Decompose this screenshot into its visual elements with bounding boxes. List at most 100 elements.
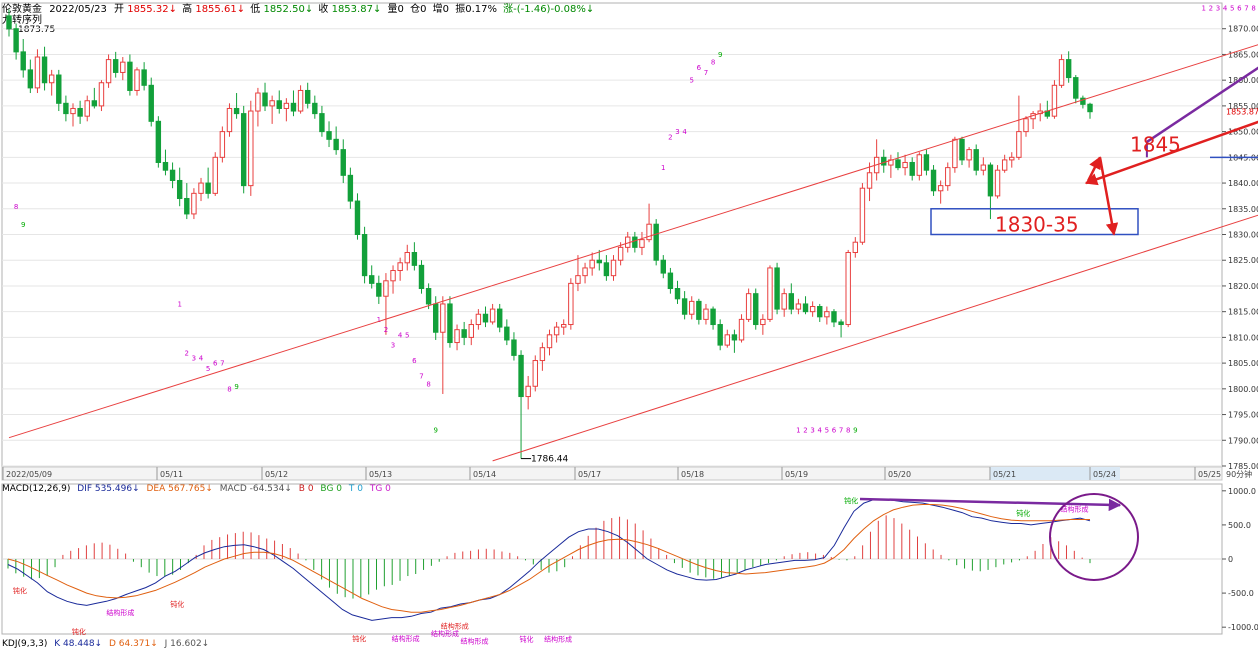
candle-body <box>475 313 482 326</box>
macd-annotation: 结构形成 <box>392 634 420 643</box>
candle-body <box>461 329 467 338</box>
candle-body <box>945 167 951 187</box>
td-count: 1 <box>377 316 381 324</box>
price-tick-label: 1810.00 <box>1228 333 1258 342</box>
candle-body <box>333 138 339 151</box>
candle-body <box>1023 118 1029 133</box>
td-count: 1 <box>1202 5 1206 13</box>
header-open-label: 开 <box>114 4 124 15</box>
candle-body <box>1051 84 1058 117</box>
candle-body <box>376 282 382 297</box>
candle-body <box>937 185 944 192</box>
candle-body <box>994 169 1001 197</box>
candle-body <box>532 360 538 387</box>
candle <box>845 249 851 328</box>
candle-body <box>354 200 361 235</box>
td-count: 3 <box>391 342 395 350</box>
header-high-label: 高 <box>182 2 192 15</box>
candle-body <box>568 282 574 326</box>
candle-body <box>497 308 503 328</box>
candle-body <box>283 102 290 109</box>
candle-body <box>617 246 624 261</box>
price-tick-label: 1825.00 <box>1228 256 1258 265</box>
candle <box>226 103 233 137</box>
candle-body <box>738 318 745 341</box>
candle-body <box>255 92 261 112</box>
td-count: 9 <box>853 427 857 435</box>
td-count: 6 <box>832 427 837 435</box>
candle-body <box>212 156 218 194</box>
candle-body <box>48 74 55 84</box>
x-axis-label: 05/18 <box>681 470 704 479</box>
candle-body <box>1001 159 1008 171</box>
candle <box>653 219 659 266</box>
candle-body <box>689 300 695 315</box>
candle-body <box>411 252 418 266</box>
td-count: 1 <box>661 164 665 172</box>
td-count: 4 <box>398 331 403 339</box>
td-count: 2 <box>803 427 807 435</box>
macd-annotation: 钝化 <box>170 600 184 609</box>
candle-body <box>518 354 524 398</box>
macd-annotation: 钝化 <box>13 586 27 595</box>
td-count: 4 <box>1223 5 1228 13</box>
candle-body <box>511 339 517 356</box>
background <box>0 0 1258 650</box>
candle <box>155 116 162 168</box>
td-count: 9 <box>234 383 238 391</box>
td-count: 5 <box>1230 5 1234 13</box>
candle-body <box>440 303 446 333</box>
kdj-j: J 16.602↓ <box>164 639 210 649</box>
candle-body <box>297 89 304 112</box>
header-change: 涨-(-1.46)-0.08% <box>503 3 586 15</box>
last-price-label: 1853.87 <box>1226 108 1258 117</box>
candle-body <box>923 154 930 171</box>
candle-body <box>1065 59 1072 79</box>
td-count: 7 <box>1244 5 1248 13</box>
price-tick-label: 1805.00 <box>1228 359 1258 368</box>
candle-body <box>98 82 105 107</box>
candle-body <box>290 102 297 112</box>
candle-body <box>802 303 809 313</box>
candle-body <box>1087 103 1093 113</box>
candle <box>1058 54 1065 88</box>
candle-body <box>781 293 787 310</box>
header-line: 伦敦黄金 2022/05/23 开 1855.32↓ 高 1855.61↓ 低 … <box>2 2 594 15</box>
macd-annotation: 钝化 <box>1016 508 1030 517</box>
candle-body <box>326 131 332 140</box>
target-zone-label: 1830-35 <box>995 213 1079 237</box>
td-count: 8 <box>846 427 850 435</box>
td-count: 5 <box>690 77 694 85</box>
candle-body <box>390 270 396 282</box>
candle-body <box>176 179 183 199</box>
kdj-d: D 64.371↓ <box>109 639 158 649</box>
candle-body <box>162 161 169 171</box>
candle-body <box>77 107 83 117</box>
x-axis-label: 05/20 <box>888 470 911 479</box>
macd-annotation: 结构形成 <box>431 629 459 638</box>
price-tick-label: 1840.00 <box>1228 179 1258 188</box>
candle-body <box>767 267 773 320</box>
candle-body <box>127 61 133 91</box>
candle-body <box>27 69 34 89</box>
candle-body <box>240 113 247 187</box>
candle <box>952 136 958 173</box>
candle-body <box>639 239 645 248</box>
candle-body <box>134 69 140 91</box>
candle-body <box>710 308 716 326</box>
timeframe-label: 90分钟 <box>1226 469 1252 479</box>
candle-body <box>653 223 659 261</box>
macd-legend-macd: MACD -64.534↓ <box>220 484 292 494</box>
candle-body <box>1058 59 1065 86</box>
candle <box>753 288 759 330</box>
header-position-change: 增0 <box>433 2 449 15</box>
candle-body <box>582 267 588 277</box>
td-count: 3 <box>1216 5 1220 13</box>
candle-body <box>340 149 346 176</box>
candle-body <box>304 89 311 104</box>
td-count: 7 <box>704 69 708 77</box>
candle-body <box>902 161 908 169</box>
chart-root: 伦敦黄金 2022/05/23 开 1855.32↓ 高 1855.61↓ 低 … <box>0 0 1258 650</box>
candle-body <box>155 120 162 163</box>
candle-body <box>575 275 581 284</box>
